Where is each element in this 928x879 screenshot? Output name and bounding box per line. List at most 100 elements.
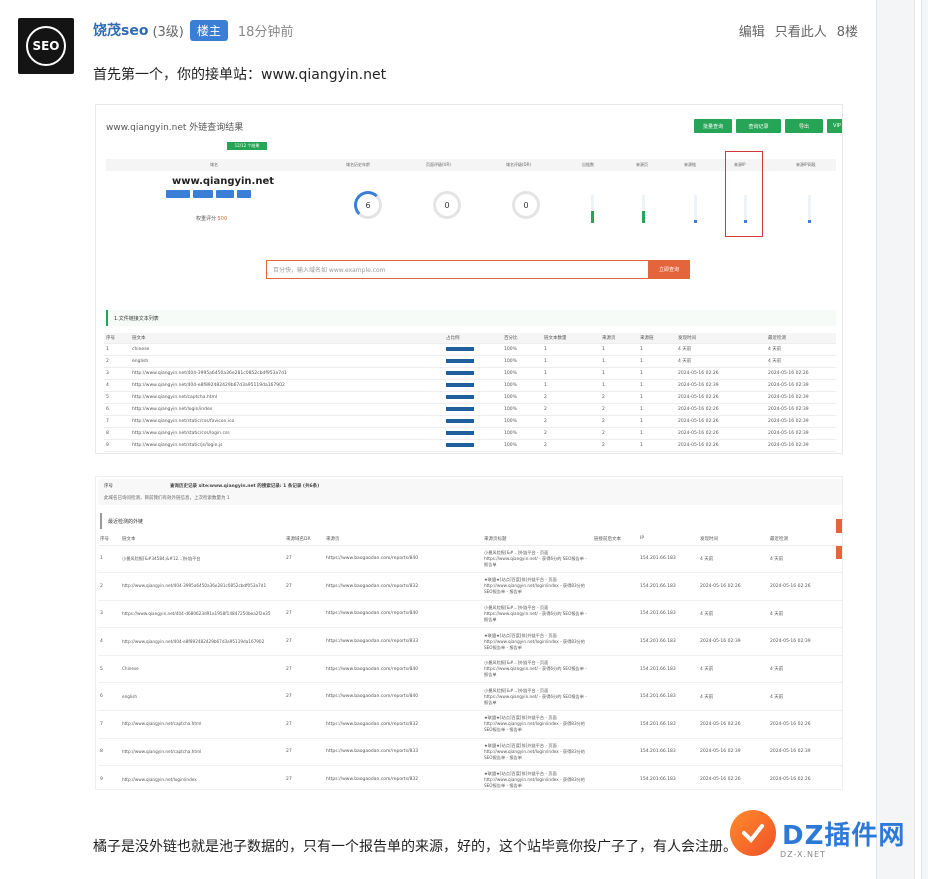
table-cell: 4 天前 (698, 545, 768, 574)
page: SEO 饶茂seo (3级) 楼主 18分钟前 编辑 只看此人 8楼 首先第一个… (0, 0, 928, 879)
table-cell (592, 545, 638, 574)
post-paragraph-1: 首先第一个，你的接单站：www.qiangyin.net (93, 67, 387, 83)
ratio-bar-cell (444, 367, 502, 380)
table-cell: 1 (638, 439, 676, 452)
table-cell: 4 天前 (768, 545, 842, 574)
table-cell: 100% (502, 391, 542, 404)
table-cell: 27 (284, 600, 324, 629)
table-row: 9 http://www.qiangyin.net/static/js/login… (104, 439, 836, 452)
table-cell: 27 (284, 738, 324, 767)
toolbar-button[interactable]: VIP (827, 119, 842, 133)
table-cell: 5 (98, 655, 120, 684)
table-row: 9 http://www.qiangyin.net/login/index 27 ht… (98, 765, 842, 789)
table-cell: http://www.qiangyin.net/404-3995a6450a36… (130, 367, 444, 380)
edit-link[interactable]: 编辑 (739, 21, 765, 40)
col-header: 出链数 (582, 162, 594, 167)
table-cell: http://www.qiangyin.net/login/index (120, 765, 284, 789)
history-header: 序号 查询历史记录 site:www.qiangyin.net 的搜索记录: 1… (98, 479, 842, 505)
table-cell: 2024-05-16 02:26 (768, 572, 842, 601)
table-cell: 1 (98, 545, 120, 574)
table-cell: https://www.baogaodan.com/reports/833 (324, 738, 482, 767)
tag-badge (166, 190, 190, 198)
table-cell: http://www.qiangyin.net/404-e8f892482429… (130, 379, 444, 392)
table-cell (592, 655, 638, 684)
table-cell: ★联盟★[站点]百度[排]外链平台 - 页面 http://www.qiangy… (482, 738, 592, 767)
table-cell: 2 (600, 403, 638, 416)
table-cell: 2024-05-16 02:26 (676, 439, 766, 452)
table-cell: ★联盟★[站点]百度[排]外链平台 - 页面 http://www.qiangy… (482, 572, 592, 601)
table-cell: 小曼风险报[&#...]外链平台 - 页面 https://www.qiangy… (482, 600, 592, 629)
toolbar-button[interactable]: 批量查询 (694, 119, 732, 133)
table-row: 6 http://www.qiangyin.net/login/index 100%… (104, 403, 836, 416)
ratio-bar-cell (444, 439, 502, 452)
table-cell: 1 (600, 379, 638, 392)
floor-number[interactable]: 8楼 (837, 21, 858, 40)
table-cell: 6 (98, 682, 120, 712)
table-cell: http://www.qiangyin.net/static/js/login.… (130, 439, 444, 452)
table-cell: 2 (98, 572, 120, 601)
table-cell: 2024-05-16 02:26 (676, 427, 766, 440)
toolbar-button[interactable]: 查询记录 (736, 119, 781, 133)
dz-logo-icon (730, 810, 776, 856)
table-cell: 2024-05-16 02:26 (676, 415, 766, 428)
table-cell (592, 627, 638, 656)
domain-search-input[interactable]: 百分快，输入域名如 www.example.com (266, 260, 690, 279)
table-cell: 27 (284, 545, 324, 574)
avatar[interactable]: SEO (18, 18, 74, 74)
table-cell: 2024-05-16 02:39 (698, 738, 768, 767)
table-cell: 8 (98, 738, 120, 767)
table-cell (592, 572, 638, 601)
table-cell: 9 (98, 765, 120, 789)
table-cell: 小曼风险报[&#...]外链平台 - 页面 https://www.qiangy… (482, 655, 592, 684)
table-cell: ★联盟★[站点]百度[排]外链平台 - 页面 http://www.qiangy… (482, 627, 592, 656)
post-actions: 编辑 只看此人 8楼 (739, 21, 858, 40)
ratio-bar (446, 383, 474, 387)
scrollbar-thumb[interactable] (914, 0, 922, 879)
table-cell: 4 天前 (766, 343, 836, 356)
table-cell: 小曼风险报[&#...]外链平台 - 页面 https://www.qiangy… (482, 545, 592, 574)
table-cell: 27 (284, 572, 324, 601)
search-button[interactable]: 立即查询 (648, 260, 690, 279)
table-cell: 4 天前 (676, 343, 766, 356)
table-cell: 2024-05-16 02:39 (766, 415, 836, 428)
avatar-text: SEO (26, 26, 66, 66)
table-cell: 8 (104, 427, 130, 440)
table-cell: 4 天前 (766, 355, 836, 368)
result-count-badge: 12/12 个结果 (227, 142, 267, 150)
tag-badge (237, 190, 251, 198)
table-cell: 4 天前 (768, 655, 842, 684)
table-cell: http://www.qiangyin.net/captcha.html (130, 391, 444, 404)
table-cell: 2024-05-16 02:26 (676, 403, 766, 416)
table-cell: 6 (104, 403, 130, 416)
table-cell: 1 (542, 355, 600, 368)
th: 来源页 (324, 533, 482, 546)
outlinks-bar (591, 195, 594, 223)
domain-name: www.qiangyin.net (172, 176, 275, 187)
only-author-link[interactable]: 只看此人 (775, 21, 827, 40)
anchor-text-table: 序号 链文本 占比例 百分比 链文本数量 来源页 来源链 发现时间 最近检测 1… (104, 333, 836, 452)
toolbar-button[interactable]: 导出 (785, 119, 823, 133)
table-cell: 1 (600, 343, 638, 356)
th: 来源域名DR (284, 533, 324, 546)
table-row: 2 english 100% 1 1 1 4 天前 4 天前 (104, 355, 836, 368)
table-cell: 5 (104, 391, 130, 404)
table-cell: 1 (638, 343, 676, 356)
table-cell: 27 (284, 765, 324, 789)
table-cell: https://www.baogaodan.com/reports/833 (324, 627, 482, 656)
table-cell: 2024-05-16 02:26 (768, 765, 842, 789)
table-cell: 2024-05-16 02:26 (676, 367, 766, 380)
col-header: 域名评级(DR) (506, 162, 531, 167)
th: 序号 (104, 333, 130, 344)
weight-score: 权重评分 500 (196, 215, 227, 222)
table-cell: http://www.qiangyin.net/static/css/login… (130, 427, 444, 440)
scrollbar-track[interactable] (876, 0, 928, 879)
table-cell: 100% (502, 439, 542, 452)
table-cell: 2024-05-16 02:26 (698, 572, 768, 601)
ratio-bar (446, 419, 474, 423)
table-row: 4 http://www.qiangyin.net/404-e8f89248242… (104, 379, 836, 392)
table-cell: 2024-05-16 02:39 (766, 427, 836, 440)
username-link[interactable]: 饶茂seo (93, 20, 148, 40)
tag-badge (193, 190, 213, 198)
th: 来源页 (600, 333, 638, 344)
table-cell: 2024-05-16 02:39 (698, 627, 768, 656)
